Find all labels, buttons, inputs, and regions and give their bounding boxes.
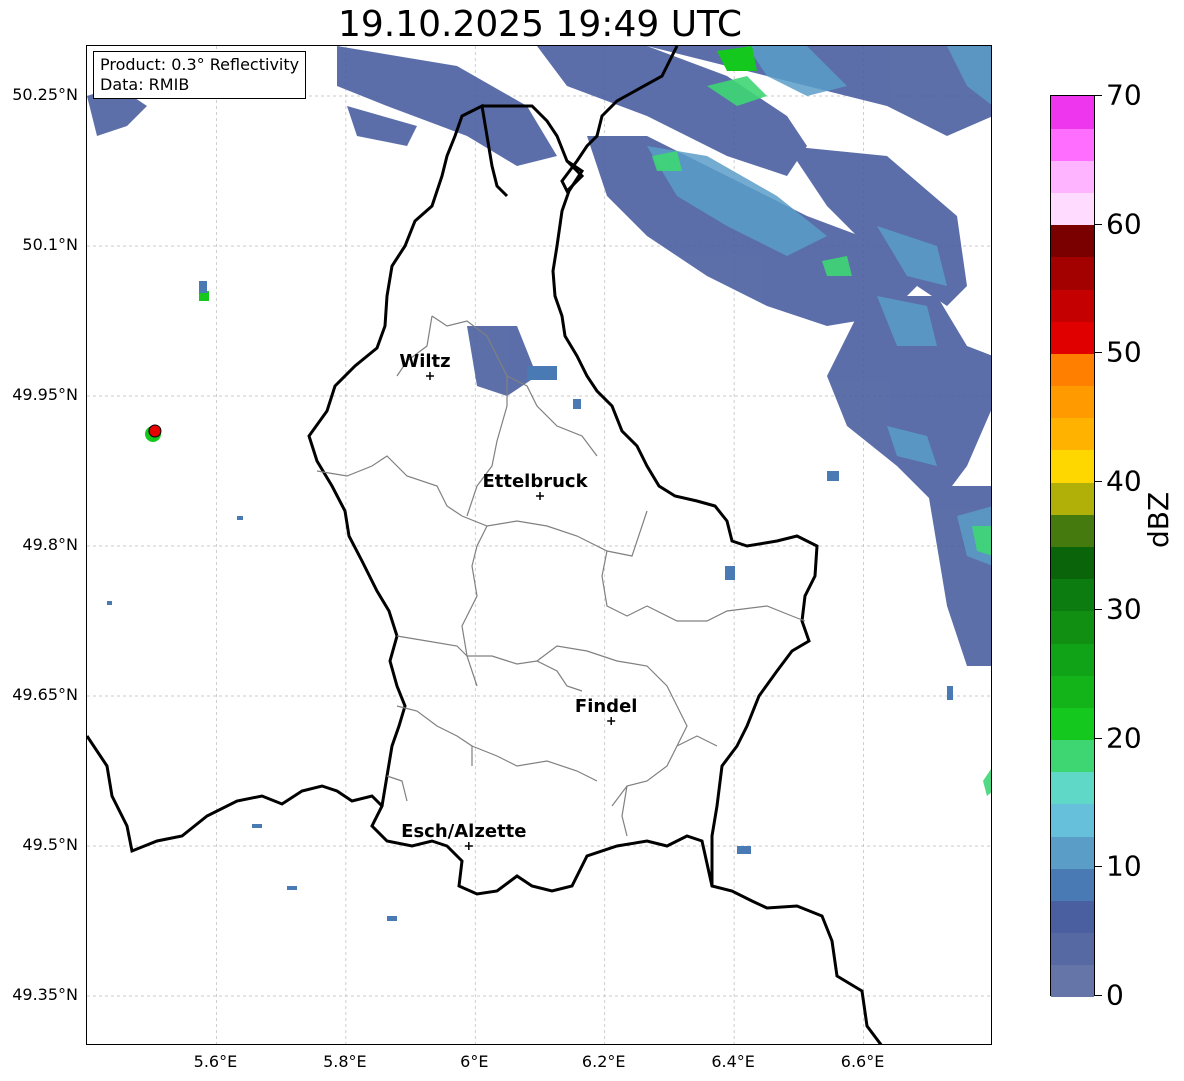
- colorbar-segment: [1051, 192, 1094, 226]
- colorbar: [1050, 95, 1095, 998]
- lat-tick-label: 49.65°N: [12, 685, 78, 704]
- product-label: Product: 0.3° Reflectivity: [100, 55, 300, 74]
- colorbar-segment: [1051, 546, 1094, 580]
- colorbar-tick-label: 50: [1106, 335, 1142, 369]
- radar-site-marker: [148, 424, 162, 438]
- colorbar-tick-label: 60: [1106, 207, 1142, 241]
- colorbar-segment: [1051, 739, 1094, 773]
- product-info-box: Product: 0.3° Reflectivity Data: RMIB: [93, 51, 307, 99]
- colorbar-tick-mark: [1095, 480, 1102, 482]
- lon-tick-label: 5.6°E: [193, 1052, 238, 1071]
- city-label: Esch/Alzette: [401, 821, 526, 842]
- colorbar-tick-label: 70: [1106, 78, 1142, 112]
- city-label: Ettelbruck: [482, 471, 588, 492]
- colorbar-tick-mark: [1095, 737, 1102, 739]
- city-markers: Wiltz Ettelbruck Findel Esch/Alzette: [399, 351, 637, 850]
- colorbar-segment: [1051, 964, 1094, 998]
- city-label: Findel: [575, 696, 638, 717]
- colorbar-segment: [1051, 771, 1094, 805]
- colorbar-tick-label: 30: [1106, 592, 1142, 626]
- colorbar-tick-label: 0: [1106, 978, 1124, 1012]
- colorbar-segment: [1051, 868, 1094, 901]
- colorbar-segment: [1051, 514, 1094, 547]
- radar-map[interactable]: Wiltz Ettelbruck Findel Esch/Alzette: [86, 45, 992, 1045]
- colorbar-segment: [1051, 932, 1094, 966]
- colorbar-segment: [1051, 160, 1094, 194]
- colorbar-tick-mark: [1095, 609, 1102, 611]
- colorbar-unit-label: dBZ: [1142, 491, 1175, 548]
- lon-tick-label: 6.4°E: [711, 1052, 755, 1071]
- radar-site-dot: [148, 424, 162, 438]
- colorbar-tick-mark: [1095, 995, 1102, 996]
- colorbar-segment: [1051, 417, 1094, 451]
- colorbar-segment: [1051, 128, 1094, 161]
- data-source-label: Data: RMIB: [100, 75, 190, 94]
- colorbar-segment: [1051, 707, 1094, 741]
- lon-tick-label: 6°E: [460, 1052, 489, 1071]
- page-title: 19.10.2025 19:49 UTC: [337, 4, 743, 45]
- colorbar-segment: [1051, 449, 1094, 483]
- lon-tick-label: 5.8°E: [323, 1052, 367, 1071]
- lat-tick-label: 49.95°N: [12, 385, 78, 404]
- city-wiltz: Wiltz: [399, 351, 451, 380]
- lon-tick-label: 6.6°E: [840, 1052, 885, 1071]
- lat-tick-label: 49.5°N: [22, 835, 78, 854]
- lat-tick-label: 49.35°N: [12, 985, 78, 1004]
- colorbar-tick-label: 40: [1106, 464, 1142, 498]
- city-ettelbruck: Ettelbruck: [482, 471, 589, 500]
- colorbar-tick-mark: [1095, 352, 1102, 354]
- colorbar-tick-mark: [1095, 866, 1102, 868]
- lat-tick-label: 50.1°N: [22, 235, 78, 254]
- colorbar-segment: [1051, 578, 1094, 612]
- colorbar-tick-mark: [1095, 95, 1102, 96]
- colorbar-segment: [1051, 836, 1094, 869]
- colorbar-tick-label: 10: [1106, 849, 1142, 883]
- colorbar-segment: [1051, 224, 1094, 258]
- lat-tick-label: 50.25°N: [12, 85, 78, 104]
- colorbar-segment: [1051, 610, 1094, 644]
- colorbar-segment: [1051, 900, 1094, 934]
- colorbar-segment: [1051, 675, 1094, 708]
- colorbar-segment: [1051, 96, 1094, 129]
- colorbar-segment: [1051, 289, 1094, 322]
- colorbar-tick-label: 20: [1106, 721, 1142, 755]
- city-findel: Findel: [575, 696, 638, 725]
- colorbar-segment: [1051, 643, 1094, 676]
- colorbar-segment: [1051, 385, 1094, 419]
- colorbar-segment: [1051, 256, 1094, 290]
- colorbar-tick-mark: [1095, 223, 1102, 225]
- map-canvas: Wiltz Ettelbruck Findel Esch/Alzette: [87, 46, 991, 1044]
- colorbar-segment: [1051, 482, 1094, 515]
- city-label: Wiltz: [399, 351, 450, 372]
- colorbar-segment: [1051, 353, 1094, 387]
- colorbar-segment: [1051, 321, 1094, 354]
- colorbar-segment: [1051, 803, 1094, 837]
- lat-tick-label: 49.8°N: [22, 535, 78, 554]
- lon-tick-label: 6.2°E: [581, 1052, 626, 1071]
